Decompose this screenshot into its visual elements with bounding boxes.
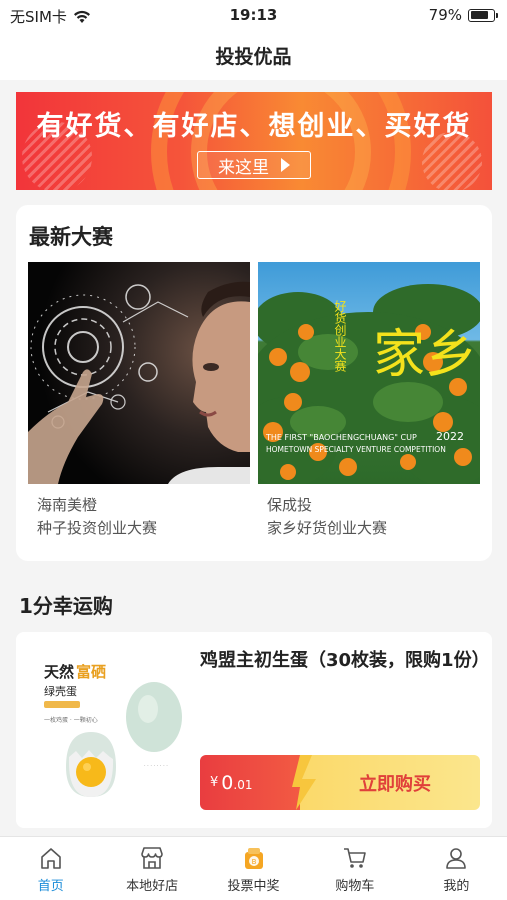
contest-organizer: 海南美橙 — [37, 496, 98, 514]
hologram-illustration — [28, 281, 250, 484]
user-icon — [446, 848, 467, 869]
lightning-bolt-icon — [290, 755, 316, 810]
product-name: 鸡盟主初生蛋（30枚装，限购1份） — [200, 650, 490, 671]
battery-icon — [468, 8, 498, 22]
price-decimal: .01 — [233, 778, 253, 792]
currency-symbol: ¥ — [210, 775, 219, 790]
product-image[interactable]: 天然 富硒 绿壳蛋 一枚鸡蛋 · 一颗初心 · · · · · · · · — [36, 647, 196, 815]
contest-item[interactable]: 海南美橙 种子投资创业大赛 — [28, 262, 250, 538]
contest-name: 种子投资创业大赛 — [37, 519, 158, 537]
poster-caption-1: THE FIRST "BAOCHENGCHUANG" CUP — [265, 433, 417, 442]
cart-icon — [343, 848, 366, 868]
status-bar: 无SIM卡 19:13 79% — [0, 0, 507, 30]
nav-bar: 投投优品 — [0, 30, 507, 80]
contest-name: 家乡好货创业大赛 — [267, 519, 388, 537]
play-arrow-icon — [281, 158, 290, 172]
orange-tree-illustration: 家乡 好货创业大赛 THE FIRST "BAOCHENGCHUANG" CUP… — [258, 284, 480, 484]
tab-label: 首页 — [37, 879, 64, 894]
product-img-brand-1: 天然 — [44, 663, 74, 681]
contest-image-orange-tree[interactable]: 家乡 好货创业大赛 THE FIRST "BAOCHENGCHUANG" CUP… — [258, 262, 480, 484]
contest-image-hologram[interactable] — [28, 262, 250, 484]
poster-big-text: 家乡 — [373, 325, 477, 385]
tab-label: 购物车 — [335, 879, 375, 894]
tab-label: 我的 — [443, 879, 470, 894]
tab-home[interactable]: 首页 — [0, 837, 101, 900]
product-img-slogan: 一枚鸡蛋 · 一颗初心 — [44, 716, 98, 724]
product-img-brand-3: 绿壳蛋 — [44, 684, 77, 698]
tab-profile[interactable]: 我的 — [406, 837, 507, 900]
home-icon — [40, 848, 61, 869]
buy-now-button[interactable]: ¥ 0 .01 立即购买 — [200, 755, 480, 810]
tab-label: 投票中奖 — [227, 879, 280, 894]
price-integer: 0 — [221, 771, 234, 794]
contest-item[interactable]: 家乡 好货创业大赛 THE FIRST "BAOCHENGCHUANG" CUP… — [258, 262, 480, 538]
contest-organizer: 保成投 — [267, 496, 313, 514]
poster-small-text: 好货创业大赛 — [333, 300, 347, 372]
poster-year: 2022 — [436, 430, 464, 443]
tab-bar: 首页 本地好店 B 投票中奖 购物车 我的 — [0, 836, 507, 900]
svg-text:· · · · · · · ·: · · · · · · · · — [144, 763, 168, 769]
svg-text:B: B — [251, 858, 256, 866]
tab-vote[interactable]: B 投票中奖 — [203, 837, 304, 900]
tab-cart[interactable]: 购物车 — [304, 837, 405, 900]
banner-headline: 有好货、有好店、想创业、买好货 — [36, 111, 472, 142]
poster-caption-2: HOMETOWN SPECIALTY VENTURE COMPETITION — [266, 445, 446, 454]
product-img-brand-2: 富硒 — [76, 663, 106, 681]
page-title: 投投优品 — [215, 45, 292, 68]
tab-label: 本地好店 — [126, 879, 179, 894]
promo-banner[interactable]: 有好货、有好店、想创业、买好货 来这里 — [16, 92, 492, 190]
product-card[interactable]: 天然 富硒 绿壳蛋 一枚鸡蛋 · 一颗初心 · · · · · · · · 鸡盟… — [16, 632, 492, 828]
egg-product-illustration: 天然 富硒 绿壳蛋 一枚鸡蛋 · 一颗初心 · · · · · · · · — [36, 647, 196, 815]
banner-cta-button[interactable]: 来这里 — [197, 151, 311, 179]
buy-now-label: 立即购买 — [300, 755, 480, 810]
tab-local-store[interactable]: 本地好店 — [101, 837, 202, 900]
section-title-latest-contests: 最新大赛 — [29, 225, 113, 249]
product-price: ¥ 0 .01 — [200, 755, 300, 810]
banner-cta-label: 来这里 — [218, 157, 269, 178]
battery-percent: 79% — [428, 6, 462, 24]
latest-contests-card: 最新大赛 海南美橙 种子投资创业大赛 家乡 好货创业大赛 THE FIRST "… — [16, 205, 492, 561]
vote-icon: B — [244, 848, 263, 869]
store-icon — [141, 847, 163, 869]
status-right: 79% — [428, 6, 498, 24]
section-title-lucky-buy: 1分幸运购 — [19, 594, 113, 618]
